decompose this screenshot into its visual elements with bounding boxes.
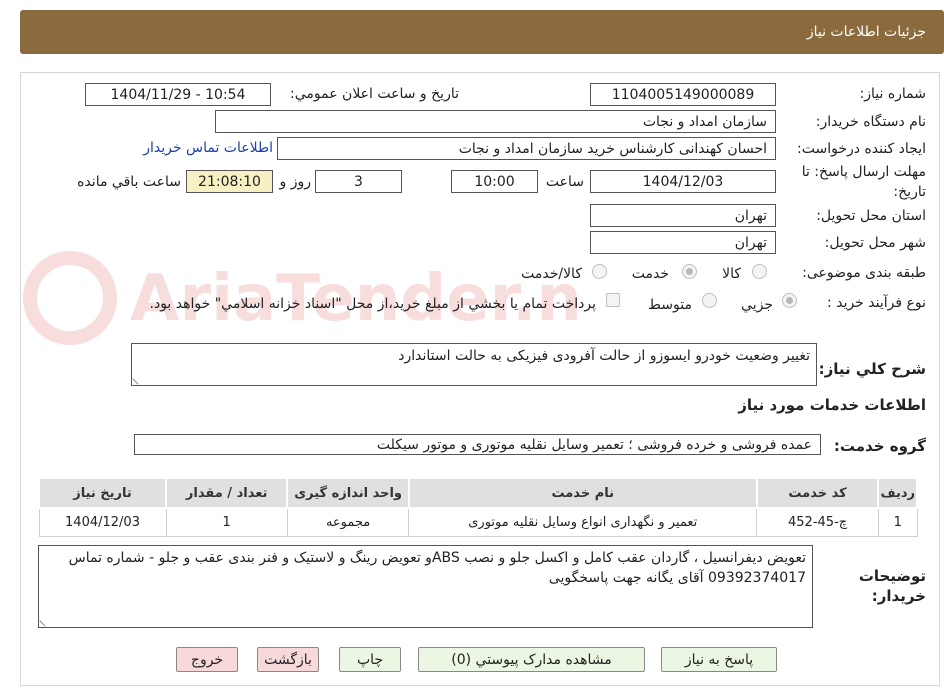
category-radio-goods-service[interactable] (592, 264, 607, 279)
page-header: جزئيات اطلاعات نياز (20, 10, 944, 54)
category-option-goods: کالا (722, 266, 741, 282)
cell-unit: مجموعه (286, 507, 410, 537)
resize-grip-icon (39, 615, 51, 627)
category-option-goods-service: کالا/خدمت (521, 266, 582, 282)
buyer-notes-textarea[interactable]: تعویض دیفرانسیل ، گاردان عقب کامل و اکسل… (38, 545, 813, 628)
process-option-medium: متوسط (648, 297, 692, 313)
reply-button[interactable]: پاسخ به نياز (661, 647, 777, 672)
process-radio-medium[interactable] (702, 293, 717, 308)
province-field: تهران (590, 204, 776, 227)
deadline-label-date: تاريخ: (893, 184, 926, 200)
table-header-row: رديف کد خدمت نام خدمت واحد اندازه گيری ت… (37, 477, 918, 509)
buyer-notes-text: تعویض دیفرانسیل ، گاردان عقب کامل و اکسل… (68, 550, 806, 586)
buyer-contact-link[interactable]: اطلاعات تماس خريدار (143, 140, 273, 156)
buyer-notes-label-2: خريدار: (871, 587, 926, 605)
remaining-label: ساعت باقي مانده (77, 174, 181, 190)
category-radio-service[interactable] (682, 264, 697, 279)
buyer-notes-label: توضيحات (858, 567, 926, 585)
services-table: رديف کد خدمت نام خدمت واحد اندازه گيری ت… (37, 477, 918, 537)
city-field: تهران (590, 231, 776, 254)
requester-field: احسان کهندانی کارشناس خرید سازمان امداد … (277, 137, 776, 160)
deadline-time-field: 10:00 (451, 170, 538, 193)
col-service-code: کد خدمت (755, 477, 880, 509)
category-radio-goods[interactable] (752, 264, 767, 279)
service-group-field: عمده فروشی و خرده فروشی ؛ تعمیر وسایل نق… (134, 434, 821, 455)
col-unit: واحد اندازه گيری (286, 477, 410, 509)
cell-service-code: چ-45-452 (756, 507, 879, 537)
category-option-service: خدمت (631, 266, 669, 282)
buyer-org-label: نام دستگاه خريدار: (815, 114, 926, 130)
requester-label: ايجاد کننده درخواست: (797, 141, 926, 157)
view-attachments-button[interactable]: مشاهده مدارک پيوستي (0) (418, 647, 645, 672)
col-row: رديف (877, 477, 918, 509)
deadline-date-field: 1404/12/03 (590, 170, 776, 193)
cell-row: 1 (877, 507, 918, 537)
city-label: شهر محل تحويل: (824, 235, 926, 251)
cell-service-name: تعمیر و نگهداری انواع وسایل نقلیه موتوری (408, 507, 758, 537)
process-label: نوع فرآيند خريد : (827, 295, 926, 311)
table-row: 1 چ-45-452 تعمیر و نگهداری انواع وسایل ن… (38, 507, 918, 537)
services-table-wrapper: رديف کد خدمت نام خدمت واحد اندازه گيری ت… (37, 477, 918, 539)
deadline-label: مهلت ارسال پاسخ: تا (801, 164, 926, 180)
announce-date-field: 1404/11/29 - 10:54 (85, 83, 271, 106)
back-button[interactable]: بازگشت (257, 647, 319, 672)
service-group-label: گروه خدمت: (833, 437, 926, 455)
process-radio-minor[interactable] (782, 293, 797, 308)
deadline-time-label: ساعت (545, 174, 584, 190)
treasury-payment-note: پرداخت تمام يا بخشي از مبلغ خريد،از محل … (149, 296, 596, 312)
col-need-date: تاريخ نياز (37, 477, 168, 509)
buyer-org-field: سازمان امداد و نجات (215, 110, 776, 133)
services-section-title: اطلاعات خدمات مورد نياز (738, 396, 926, 414)
remaining-time-field: 21:08:10 (186, 170, 273, 193)
treasury-checkbox[interactable] (606, 293, 620, 307)
page-title: جزئيات اطلاعات نياز (806, 24, 926, 40)
col-quantity: تعداد / مقدار (165, 477, 289, 509)
exit-button[interactable]: خروج (176, 647, 238, 672)
process-option-minor: جزيي (741, 297, 773, 313)
cell-quantity: 1 (165, 507, 288, 537)
cell-need-date: 1404/12/03 (38, 507, 167, 537)
need-number-label: شماره نياز: (859, 86, 927, 102)
print-button[interactable]: چاپ (339, 647, 401, 672)
day-and-label: روز و (279, 174, 312, 190)
announce-date-label: تاريخ و ساعت اعلان عمومي: (290, 86, 459, 102)
days-field: 3 (315, 170, 402, 193)
description-label: شرح کلي نياز: (818, 360, 926, 378)
province-label: استان محل تحويل: (816, 208, 926, 224)
need-number-field: 1104005149000089 (590, 83, 776, 106)
description-text: تغییر وضعیت خودرو ایسوزو از حالت آفرودی … (398, 348, 810, 364)
description-textarea[interactable]: تغییر وضعیت خودرو ایسوزو از حالت آفرودی … (131, 343, 817, 386)
category-label: طبقه بندی موضوعی: (802, 265, 926, 281)
col-service-name: نام خدمت (407, 477, 758, 509)
resize-grip-icon (132, 373, 144, 385)
